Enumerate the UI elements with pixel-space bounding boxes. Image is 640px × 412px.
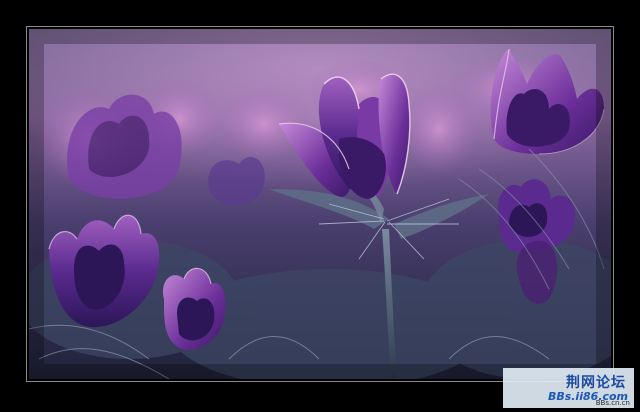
site-watermark: 荆网论坛 BBs.ii86.com BBs.cn.cn (503, 368, 634, 408)
watermark-small: BBs.cn.cn (595, 399, 630, 407)
flower-photo (29, 29, 611, 379)
watermark-title: 荆网论坛 (566, 375, 626, 391)
